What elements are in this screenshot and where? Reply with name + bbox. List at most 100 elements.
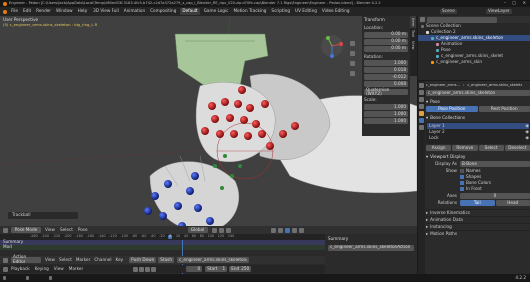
scene-tab-icon[interactable] <box>419 104 424 109</box>
pose-panel-header[interactable]: ▾ Pose <box>426 99 530 105</box>
outliner-item[interactable]: c_engineer_arms_skin <box>418 59 530 65</box>
navigation-gizmo[interactable] <box>320 34 344 58</box>
solid-shading-icon[interactable] <box>284 227 290 233</box>
keying-menu[interactable]: Keying <box>35 266 49 272</box>
pivot-icon[interactable] <box>211 227 217 233</box>
workspace-tab-3d-view-full[interactable]: 3D View Full <box>93 8 119 14</box>
workspace-tab-motion-tracking[interactable]: Motion Tracking <box>233 8 266 14</box>
remove-button[interactable]: Remove <box>452 145 478 151</box>
editor-type-icon[interactable] <box>3 227 8 233</box>
track-row[interactable]: Mod <box>0 244 325 250</box>
rotation-y-field[interactable]: -0.012 <box>364 74 408 81</box>
orientation-dropdown[interactable]: Global <box>187 227 208 233</box>
action-menu-channel[interactable]: Channel <box>94 257 111 263</box>
location-y-field[interactable]: 0.00 m <box>364 38 408 45</box>
maximize-icon[interactable]: □ <box>512 0 516 6</box>
relations-tail-button[interactable]: Tail <box>460 200 495 206</box>
tool-tab-icon[interactable] <box>419 83 424 88</box>
pose-position-button[interactable]: Pose Position <box>426 106 478 112</box>
blender-menu-icon[interactable] <box>3 9 7 14</box>
tab-tool[interactable]: Tool <box>410 28 416 39</box>
workspace-tab-game-logic[interactable]: Game Logic <box>204 8 229 14</box>
filter-icon[interactable] <box>420 17 425 22</box>
overlay-icon[interactable] <box>270 227 276 233</box>
action-menu-select[interactable]: Select <box>59 257 72 263</box>
workspace-tab-scripting[interactable]: Scripting <box>271 8 290 14</box>
minimize-icon[interactable]: – <box>504 0 506 6</box>
material-shading-icon[interactable] <box>291 227 297 233</box>
bone-tab-icon[interactable] <box>419 125 424 130</box>
assign-button[interactable]: Assign <box>426 145 452 151</box>
rotation-mode-dropdown[interactable]: Quaternion (WXYZ) <box>364 87 408 96</box>
motion-paths-header[interactable]: ▸ Motion Paths <box>426 230 530 237</box>
properties-editor[interactable]: c_engineer_arms... › c_engineer_arms.ski… <box>417 80 530 275</box>
end-frame-field[interactable]: End 250 <box>229 266 252 272</box>
action-menu-marker[interactable]: Marker <box>76 257 90 263</box>
outliner-search-input[interactable] <box>427 16 497 23</box>
rendered-shading-icon[interactable] <box>298 227 304 233</box>
editor-type-icon[interactable] <box>3 266 8 272</box>
menu-window[interactable]: Window <box>56 8 73 14</box>
workspace-tab-uv-editing[interactable]: UV Editing <box>295 8 317 14</box>
visibility-icon[interactable]: ◉ <box>525 129 529 135</box>
rotation-w-field[interactable]: 1.000 <box>364 60 408 67</box>
viewport-display-header[interactable]: ▾ Viewport Display <box>426 154 530 160</box>
object-name-field[interactable]: c_engineer_arms.skins_skeleton <box>426 90 530 96</box>
action-editor[interactable]: -260 -240 -220 -200 -180 -160 -140 -120 … <box>0 234 325 274</box>
xray-icon[interactable] <box>277 227 283 233</box>
view-layer-selector[interactable]: ViewLayer <box>486 8 512 14</box>
viewport-menu-pose[interactable]: Pose <box>78 227 88 233</box>
workspace-tab-animation[interactable]: Animation <box>124 8 145 14</box>
playback-menu-view[interactable]: View <box>54 266 64 272</box>
editor-type-icon[interactable] <box>3 257 8 263</box>
stash-button[interactable]: Stash <box>158 257 174 263</box>
bone-collections-header[interactable]: ▾ Bone Collections <box>426 115 530 121</box>
bone-colors-checkbox[interactable] <box>460 181 464 185</box>
outliner[interactable]: Scene Collection Collection 2 c_engineer… <box>417 16 530 80</box>
axes-field[interactable]: 0 <box>460 193 530 199</box>
relations-head-button[interactable]: Head <box>495 200 530 206</box>
rest-position-button[interactable]: Rest Position <box>478 106 530 112</box>
pan-hand-icon[interactable] <box>350 51 355 56</box>
scene-selector[interactable]: Scene <box>440 8 457 14</box>
workspace-tab-video-editing[interactable]: Video Editing <box>322 8 350 14</box>
tab-view[interactable]: View <box>410 39 416 52</box>
display-as-dropdown[interactable]: B-Bone <box>460 161 530 167</box>
in-front-checkbox[interactable] <box>460 187 464 191</box>
action-menu-key[interactable]: Key <box>116 257 124 263</box>
push-down-button[interactable]: Push Down <box>129 257 157 263</box>
visibility-icon[interactable]: ◉ <box>525 135 529 141</box>
proportional-icon[interactable] <box>225 227 231 233</box>
workspace-tab-default[interactable]: Default <box>180 8 200 15</box>
inverse-kinematics-header[interactable]: ▸ Inverse Kinematics <box>426 209 530 216</box>
menu-render[interactable]: Render <box>36 8 51 14</box>
viewport-menu-select[interactable]: Select <box>60 227 73 233</box>
action-menu-view[interactable]: View <box>45 257 55 263</box>
play-reverse-icon[interactable] <box>139 266 145 272</box>
menu-help[interactable]: Help <box>78 8 88 14</box>
object-tab-icon[interactable] <box>419 111 424 116</box>
tab-item[interactable]: Item <box>410 16 417 29</box>
names-checkbox[interactable] <box>460 169 464 173</box>
grid-icon[interactable] <box>350 71 355 76</box>
location-z-field[interactable]: 0.00 m <box>364 45 408 52</box>
camera-icon[interactable] <box>350 61 355 66</box>
mode-selector[interactable]: Pose Mode <box>11 227 41 233</box>
current-frame-field[interactable]: 0 <box>186 266 203 272</box>
bone-collection-item[interactable]: Layer 2 ◉ <box>427 129 529 135</box>
close-icon[interactable]: ✕ <box>523 0 526 6</box>
snap-icon[interactable] <box>218 227 224 233</box>
playback-menu-marker[interactable]: Marker <box>69 266 83 272</box>
action-panel-action-field[interactable]: c_engineer_arms.skins_skeletonAction <box>328 244 414 251</box>
workspace-tab-compositing[interactable]: Compositing <box>150 8 176 14</box>
play-icon[interactable] <box>145 266 151 272</box>
armature-tab-icon[interactable] <box>419 118 424 123</box>
shapes-checkbox[interactable] <box>460 175 464 179</box>
action-selector[interactable]: c_engineer_arms.skins_skeletonAction <box>176 257 249 263</box>
render-tab-icon[interactable] <box>419 90 424 95</box>
action-mode-dropdown[interactable]: Action Editor <box>11 254 41 264</box>
menu-edit[interactable]: Edit <box>23 8 31 14</box>
rotation-x-field[interactable]: 0.018 <box>364 67 408 74</box>
location-x-field[interactable]: 0.00 m <box>364 31 408 38</box>
3d-viewport[interactable]: User Perspective (5) c_engineer_arms.ski… <box>0 16 417 234</box>
